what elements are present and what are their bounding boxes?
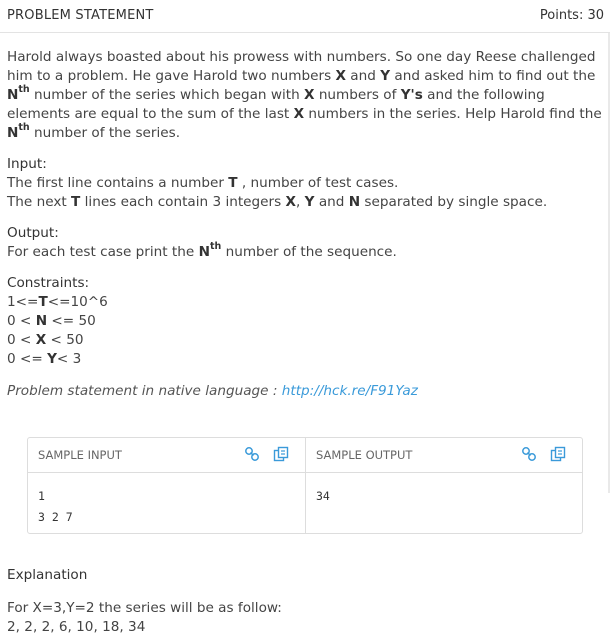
sample-input-header: SAMPLE INPUT [28,438,305,473]
explanation-section: Explanation For X=3,Y=2 the series will … [7,566,603,637]
points-label: Points: 30 [539,8,604,23]
copy-icon[interactable] [550,446,566,462]
link-icon[interactable] [521,446,537,462]
sample-output-panel: SAMPLE OUTPUT 34 [306,438,582,533]
native-language-link[interactable]: http://hck.re/F91Yaz [282,383,418,399]
statement-text: numbers of [314,87,401,103]
input-line-2: The next T lines each contain 3 integers… [7,194,548,210]
link-icon[interactable] [244,446,260,462]
problem-content: Harold always boasted about his prowess … [7,48,603,401]
sample-io-table: SAMPLE INPUT 1 3 2 7 SAMPLE OUTPUT 34 [27,437,583,534]
var-y: Y [380,68,391,84]
sample-input-content: 1 3 2 7 [38,489,73,524]
input-heading: Input: [7,156,47,172]
problem-statement-heading: PROBLEM STATEMENT [7,8,154,23]
var-ys: Y's [400,87,423,103]
constraint-y: 0 <= Y< 3 [7,351,82,367]
output-line: For each test case print the Nth number … [7,241,397,260]
output-heading: Output: [7,225,59,241]
sample-output-content: 34 [316,489,330,503]
statement-paragraph: Harold always boasted about his prowess … [7,48,603,143]
statement-text: number of the series. [29,125,181,141]
native-language-label: Problem statement in native language : [7,383,282,399]
copy-icon[interactable] [273,446,289,462]
problem-page: PROBLEM STATEMENT Points: 30 Harold alwa… [0,0,610,638]
constraints-heading: Constraints: [7,275,90,291]
var-n: Nth [7,84,30,103]
native-language-line: Problem statement in native language : h… [7,382,603,401]
constraint-x: 0 < X < 50 [7,332,84,348]
explanation-line-1: For X=3,Y=2 the series will be as follow… [7,600,282,616]
explanation-line-2: 2, 2, 2, 6, 10, 18, 34 [7,619,146,635]
var-x: X [293,106,305,122]
statement-text: and [345,68,381,84]
sample-output-label: SAMPLE OUTPUT [316,448,413,462]
explanation-heading: Explanation [7,567,88,583]
statement-text: and asked him to find out the [390,68,596,84]
var-n: Nth [7,122,30,141]
var-x: X [304,87,315,103]
sample-input-label: SAMPLE INPUT [38,448,122,462]
constraint-t: 1<=T<=10^6 [7,294,108,310]
sample-input-panel: SAMPLE INPUT 1 3 2 7 [28,438,306,533]
statement-text: numbers in the series. Help Harold find … [304,106,602,122]
problem-header: PROBLEM STATEMENT Points: 30 [0,0,610,33]
sample-output-header: SAMPLE OUTPUT [306,438,582,473]
constraint-n: 0 < N <= 50 [7,313,96,329]
statement-text: number of the series which began with [29,87,305,103]
var-x: X [335,68,346,84]
input-line-1: The first line contains a number T , num… [7,175,399,191]
